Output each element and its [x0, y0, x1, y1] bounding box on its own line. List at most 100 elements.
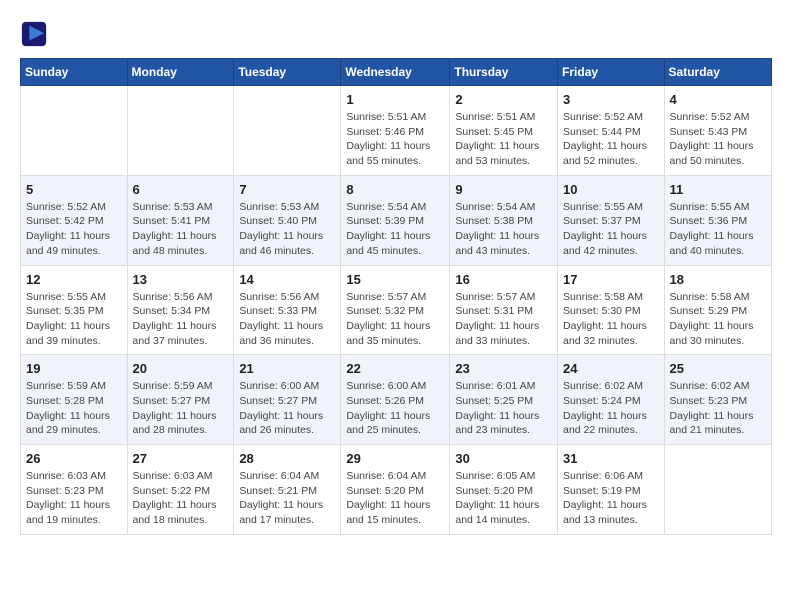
calendar-cell: 11 Sunrise: 5:55 AM Sunset: 5:36 PM Dayli…	[664, 175, 771, 265]
calendar-cell: 28 Sunrise: 6:04 AM Sunset: 5:21 PM Dayli…	[234, 445, 341, 535]
calendar-table: SundayMondayTuesdayWednesdayThursdayFrid…	[20, 58, 772, 535]
calendar-cell: 5Sunrise: 5:52 AM Sunset: 5:42 PM Daylig…	[21, 175, 128, 265]
day-detail: Sunrise: 5:55 AM Sunset: 5:35 PM Dayligh…	[26, 290, 122, 349]
day-number: 21	[239, 361, 335, 376]
calendar-cell: 8 Sunrise: 5:54 AM Sunset: 5:39 PM Daylig…	[341, 175, 450, 265]
day-detail: Sunrise: 5:53 AM Sunset: 5:40 PM Dayligh…	[239, 200, 335, 259]
week-row-2: 5Sunrise: 5:52 AM Sunset: 5:42 PM Daylig…	[21, 175, 772, 265]
day-detail: Sunrise: 5:56 AM Sunset: 5:33 PM Dayligh…	[239, 290, 335, 349]
header-row: SundayMondayTuesdayWednesdayThursdayFrid…	[21, 59, 772, 86]
calendar-cell: 4 Sunrise: 5:52 AM Sunset: 5:43 PM Daylig…	[664, 86, 771, 176]
day-number: 13	[133, 272, 229, 287]
calendar-cell	[21, 86, 128, 176]
calendar-cell: 13 Sunrise: 5:56 AM Sunset: 5:34 PM Dayli…	[127, 265, 234, 355]
day-number: 7	[239, 182, 335, 197]
day-number: 30	[455, 451, 552, 466]
day-detail: Sunrise: 5:57 AM Sunset: 5:31 PM Dayligh…	[455, 290, 552, 349]
calendar-cell: 2 Sunrise: 5:51 AM Sunset: 5:45 PM Daylig…	[450, 86, 558, 176]
day-number: 26	[26, 451, 122, 466]
day-detail: Sunrise: 5:59 AM Sunset: 5:28 PM Dayligh…	[26, 379, 122, 438]
calendar-cell: 21 Sunrise: 6:00 AM Sunset: 5:27 PM Dayli…	[234, 355, 341, 445]
logo	[20, 20, 52, 48]
calendar-cell: 24 Sunrise: 6:02 AM Sunset: 5:24 PM Dayli…	[558, 355, 665, 445]
day-detail: Sunrise: 5:55 AM Sunset: 5:36 PM Dayligh…	[670, 200, 766, 259]
day-number: 11	[670, 182, 766, 197]
day-number: 15	[346, 272, 444, 287]
day-detail: Sunrise: 5:54 AM Sunset: 5:39 PM Dayligh…	[346, 200, 444, 259]
day-detail: Sunrise: 5:52 AM Sunset: 5:42 PM Dayligh…	[26, 200, 122, 259]
day-detail: Sunrise: 5:52 AM Sunset: 5:43 PM Dayligh…	[670, 110, 766, 169]
calendar-cell: 22Sunrise: 6:00 AM Sunset: 5:26 PM Dayli…	[341, 355, 450, 445]
calendar-cell: 25 Sunrise: 6:02 AM Sunset: 5:23 PM Dayli…	[664, 355, 771, 445]
day-detail: Sunrise: 6:03 AM Sunset: 5:23 PM Dayligh…	[26, 469, 122, 528]
day-detail: Sunrise: 6:03 AM Sunset: 5:22 PM Dayligh…	[133, 469, 229, 528]
calendar-cell: 29Sunrise: 6:04 AM Sunset: 5:20 PM Dayli…	[341, 445, 450, 535]
calendar-cell	[664, 445, 771, 535]
week-row-1: 1Sunrise: 5:51 AM Sunset: 5:46 PM Daylig…	[21, 86, 772, 176]
calendar-cell	[234, 86, 341, 176]
day-number: 16	[455, 272, 552, 287]
day-number: 31	[563, 451, 659, 466]
calendar-cell: 27 Sunrise: 6:03 AM Sunset: 5:22 PM Dayli…	[127, 445, 234, 535]
day-detail: Sunrise: 5:56 AM Sunset: 5:34 PM Dayligh…	[133, 290, 229, 349]
day-number: 28	[239, 451, 335, 466]
day-number: 20	[133, 361, 229, 376]
week-row-5: 26 Sunrise: 6:03 AM Sunset: 5:23 PM Dayli…	[21, 445, 772, 535]
day-number: 4	[670, 92, 766, 107]
header	[20, 20, 772, 48]
calendar-cell: 9 Sunrise: 5:54 AM Sunset: 5:38 PM Daylig…	[450, 175, 558, 265]
day-detail: Sunrise: 5:55 AM Sunset: 5:37 PM Dayligh…	[563, 200, 659, 259]
day-number: 3	[563, 92, 659, 107]
day-number: 27	[133, 451, 229, 466]
calendar-cell: 1Sunrise: 5:51 AM Sunset: 5:46 PM Daylig…	[341, 86, 450, 176]
day-number: 17	[563, 272, 659, 287]
calendar-cell: 7 Sunrise: 5:53 AM Sunset: 5:40 PM Daylig…	[234, 175, 341, 265]
calendar-cell: 30 Sunrise: 6:05 AM Sunset: 5:20 PM Dayli…	[450, 445, 558, 535]
calendar-cell: 26 Sunrise: 6:03 AM Sunset: 5:23 PM Dayli…	[21, 445, 128, 535]
header-cell-tuesday: Tuesday	[234, 59, 341, 86]
day-detail: Sunrise: 6:02 AM Sunset: 5:23 PM Dayligh…	[670, 379, 766, 438]
calendar-cell: 31Sunrise: 6:06 AM Sunset: 5:19 PM Dayli…	[558, 445, 665, 535]
week-row-4: 19 Sunrise: 5:59 AM Sunset: 5:28 PM Dayli…	[21, 355, 772, 445]
calendar-cell: 3 Sunrise: 5:52 AM Sunset: 5:44 PM Daylig…	[558, 86, 665, 176]
day-number: 10	[563, 182, 659, 197]
header-cell-monday: Monday	[127, 59, 234, 86]
day-number: 29	[346, 451, 444, 466]
calendar-cell: 6 Sunrise: 5:53 AM Sunset: 5:41 PM Daylig…	[127, 175, 234, 265]
day-detail: Sunrise: 6:04 AM Sunset: 5:21 PM Dayligh…	[239, 469, 335, 528]
calendar-cell: 14Sunrise: 5:56 AM Sunset: 5:33 PM Dayli…	[234, 265, 341, 355]
calendar-cell: 18 Sunrise: 5:58 AM Sunset: 5:29 PM Dayli…	[664, 265, 771, 355]
header-cell-friday: Friday	[558, 59, 665, 86]
calendar-cell: 12 Sunrise: 5:55 AM Sunset: 5:35 PM Dayli…	[21, 265, 128, 355]
calendar-cell: 10 Sunrise: 5:55 AM Sunset: 5:37 PM Dayli…	[558, 175, 665, 265]
day-detail: Sunrise: 6:02 AM Sunset: 5:24 PM Dayligh…	[563, 379, 659, 438]
day-number: 9	[455, 182, 552, 197]
day-detail: Sunrise: 5:51 AM Sunset: 5:45 PM Dayligh…	[455, 110, 552, 169]
day-detail: Sunrise: 5:52 AM Sunset: 5:44 PM Dayligh…	[563, 110, 659, 169]
day-detail: Sunrise: 5:54 AM Sunset: 5:38 PM Dayligh…	[455, 200, 552, 259]
calendar-cell: 17 Sunrise: 5:58 AM Sunset: 5:30 PM Dayli…	[558, 265, 665, 355]
day-detail: Sunrise: 6:00 AM Sunset: 5:26 PM Dayligh…	[346, 379, 444, 438]
calendar-cell: 15Sunrise: 5:57 AM Sunset: 5:32 PM Dayli…	[341, 265, 450, 355]
day-detail: Sunrise: 5:59 AM Sunset: 5:27 PM Dayligh…	[133, 379, 229, 438]
day-number: 24	[563, 361, 659, 376]
header-cell-thursday: Thursday	[450, 59, 558, 86]
day-detail: Sunrise: 6:00 AM Sunset: 5:27 PM Dayligh…	[239, 379, 335, 438]
day-detail: Sunrise: 5:58 AM Sunset: 5:30 PM Dayligh…	[563, 290, 659, 349]
day-number: 25	[670, 361, 766, 376]
day-number: 6	[133, 182, 229, 197]
day-number: 8	[346, 182, 444, 197]
calendar-cell: 19 Sunrise: 5:59 AM Sunset: 5:28 PM Dayli…	[21, 355, 128, 445]
day-number: 2	[455, 92, 552, 107]
week-row-3: 12 Sunrise: 5:55 AM Sunset: 5:35 PM Dayli…	[21, 265, 772, 355]
header-cell-saturday: Saturday	[664, 59, 771, 86]
day-number: 23	[455, 361, 552, 376]
calendar-cell: 23 Sunrise: 6:01 AM Sunset: 5:25 PM Dayli…	[450, 355, 558, 445]
day-detail: Sunrise: 6:05 AM Sunset: 5:20 PM Dayligh…	[455, 469, 552, 528]
day-number: 18	[670, 272, 766, 287]
day-detail: Sunrise: 5:58 AM Sunset: 5:29 PM Dayligh…	[670, 290, 766, 349]
day-number: 12	[26, 272, 122, 287]
day-detail: Sunrise: 6:01 AM Sunset: 5:25 PM Dayligh…	[455, 379, 552, 438]
day-detail: Sunrise: 5:53 AM Sunset: 5:41 PM Dayligh…	[133, 200, 229, 259]
day-number: 19	[26, 361, 122, 376]
